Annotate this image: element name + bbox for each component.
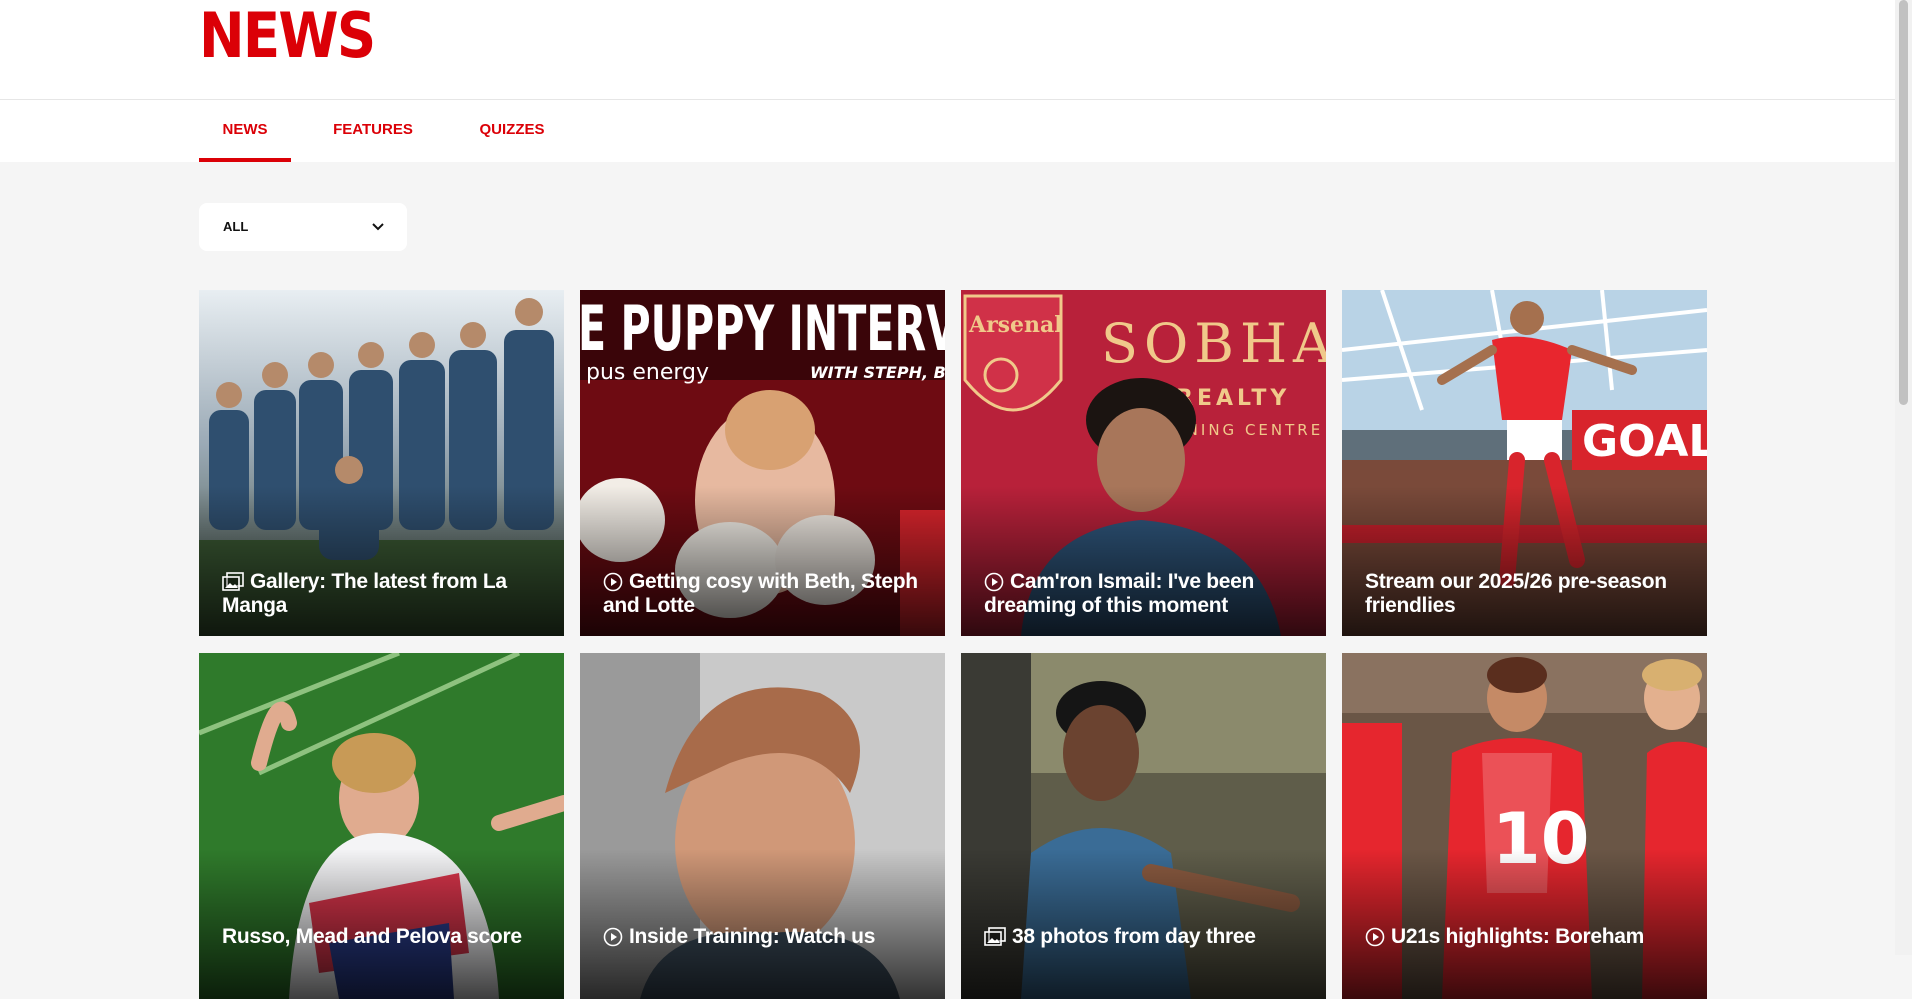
section-tabs: NEWS FEATURES QUIZZES — [0, 100, 1895, 162]
tab-quizzes[interactable]: QUIZZES — [478, 100, 546, 162]
page-title: NEWS — [199, 0, 376, 72]
gallery-icon — [984, 927, 1006, 946]
image-sponsor-text: pus energy — [586, 360, 709, 385]
card-title: 38 photos from day three — [984, 925, 1306, 949]
card-title: Gallery: The latest from La Manga — [222, 570, 507, 617]
image-board-text: GOAL — [1582, 416, 1707, 467]
card-title: Russo, Mead and Pelova score — [222, 925, 522, 948]
category-filter-value: ALL — [223, 219, 249, 234]
news-card[interactable]: Inside Training: Watch us — [580, 653, 945, 999]
play-icon — [1365, 927, 1385, 947]
chevron-down-icon — [372, 223, 384, 231]
card-title: Cam'ron Ismail: I've been dreaming of th… — [984, 570, 1255, 617]
news-card[interactable]: 10 U21s highlights: Boreham — [1342, 653, 1707, 999]
tab-features[interactable]: FEATURES — [330, 100, 416, 162]
image-club-text: Arsenal — [968, 312, 1063, 338]
news-card[interactable]: Arsenal SOBHA REALTY AINING CENTRE Cam'r… — [961, 290, 1326, 636]
news-card[interactable]: GOAL Stream our 2025/26 pre-season frien… — [1342, 290, 1707, 636]
news-card[interactable]: Gallery: The latest from La Manga — [199, 290, 564, 636]
card-title: U21s highlights: Boreham — [1365, 925, 1687, 949]
play-icon — [603, 927, 623, 947]
news-card[interactable]: 38 photos from day three — [961, 653, 1326, 999]
news-card[interactable]: Russo, Mead and Pelova score — [199, 653, 564, 999]
image-headline-text: E PUPPY INTERV — [580, 292, 945, 365]
category-filter-dropdown[interactable]: ALL — [199, 203, 407, 251]
play-icon — [984, 572, 1004, 592]
card-title: Getting cosy with Beth, Steph and Lotte — [603, 570, 918, 617]
image-sponsor-text: SOBHA — [1101, 312, 1326, 375]
card-title: Inside Training: Watch us — [603, 925, 925, 949]
scrollbar-thumb[interactable] — [1899, 0, 1908, 405]
image-byline-text: WITH STEPH, BET — [810, 363, 945, 382]
tab-news[interactable]: NEWS — [199, 100, 291, 162]
play-icon — [603, 572, 623, 592]
card-title: Stream our 2025/26 pre-season friendlies — [1365, 570, 1667, 617]
news-card[interactable]: E PUPPY INTERV pus energy WITH STEPH, BE… — [580, 290, 945, 636]
page-scrollbar[interactable] — [1895, 0, 1912, 955]
gallery-icon — [222, 572, 244, 591]
site-header: NEWS — [0, 0, 1895, 100]
